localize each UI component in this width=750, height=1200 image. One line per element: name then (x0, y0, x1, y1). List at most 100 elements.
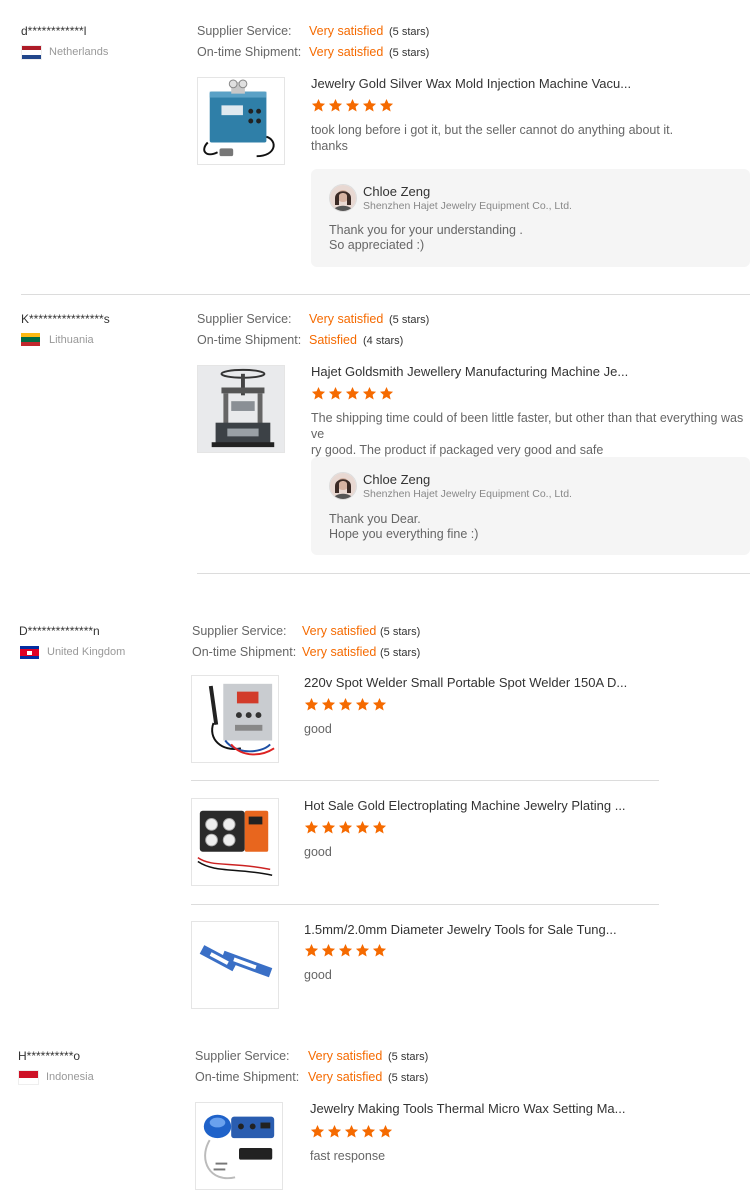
shipment-rating: Very satisfied (308, 1070, 383, 1084)
star-icon (362, 98, 377, 113)
reviewer-name: D**************n (19, 624, 100, 638)
star-icon (355, 697, 370, 712)
review-divider (197, 573, 750, 574)
wax-injector-image (203, 79, 275, 158)
product-rating-stars (311, 98, 394, 113)
product-title-link[interactable]: Jewelry Making Tools Thermal Micro Wax S… (310, 1101, 625, 1116)
reply-text-line: So appreciated :) (329, 238, 425, 252)
shipment-label: On-time Shipment: (197, 333, 302, 347)
star-icon (321, 943, 336, 958)
shipment-label: On-time Shipment: (197, 45, 302, 59)
reviewer-country: United Kingdom (47, 646, 126, 658)
review-comment: fast response (310, 1149, 386, 1163)
reply-author: Chloe Zeng (363, 184, 431, 199)
star-icon (338, 820, 353, 835)
star-icon (310, 1124, 325, 1139)
reply-text-line: Thank you Dear. (329, 512, 421, 526)
shipment-stars: (5 stars) (389, 47, 430, 59)
review-comment: good (304, 968, 332, 982)
star-icon (311, 98, 326, 113)
supplier-service-label: Supplier Service: (197, 312, 292, 326)
star-icon (372, 943, 387, 958)
supplier-service-rating: Very satisfied (308, 1049, 383, 1063)
star-icon (321, 820, 336, 835)
star-icon (328, 98, 343, 113)
reviewer-country: Netherlands (49, 46, 109, 58)
product-rating-stars (304, 943, 387, 958)
star-icon (362, 386, 377, 401)
product-title-link[interactable]: Hot Sale Gold Electroplating Machine Jew… (304, 798, 626, 813)
star-icon (304, 820, 319, 835)
product-rating-stars (310, 1124, 393, 1139)
avatar (329, 472, 357, 500)
product-thumbnail[interactable] (195, 1102, 283, 1190)
product-thumbnail[interactable] (197, 365, 285, 453)
supplier-service-rating: Very satisfied (309, 24, 384, 38)
flag-indonesia-icon (18, 1070, 39, 1085)
review-comment: The shipping time could of been little f… (311, 410, 747, 458)
product-thumbnail[interactable] (191, 921, 279, 1009)
star-icon (328, 386, 343, 401)
avatar (329, 184, 357, 212)
product-rating-stars (304, 820, 387, 835)
supplier-service-label: Supplier Service: (195, 1049, 290, 1063)
product-thumbnail[interactable] (191, 675, 279, 763)
reply-author: Chloe Zeng (363, 472, 431, 487)
seller-reply: Chloe Zeng Shenzhen Hajet Jewelry Equipm… (311, 457, 750, 555)
reply-text: Thank you for your understanding . So ap… (329, 223, 523, 253)
product-title-link[interactable]: 1.5mm/2.0mm Diameter Jewelry Tools for S… (304, 922, 617, 937)
electroplating-machine-image (197, 810, 273, 876)
shipment-rating: Very satisfied (309, 45, 384, 59)
star-icon (379, 386, 394, 401)
review-divider (21, 294, 750, 295)
star-icon (311, 386, 326, 401)
reviewer-name: H**********o (18, 1049, 81, 1063)
product-title-link[interactable]: Jewelry Gold Silver Wax Mold Injection M… (311, 76, 631, 91)
reviewer-country: Lithuania (49, 334, 94, 346)
supplier-service-label: Supplier Service: (197, 24, 292, 38)
supplier-service-label: Supplier Service: (192, 624, 287, 638)
shipment-stars: (5 stars) (380, 647, 421, 659)
shipment-rating: Very satisfied (302, 645, 377, 659)
product-thumbnail[interactable] (191, 798, 279, 886)
review-comment-line: The shipping time could of been little f… (311, 411, 744, 441)
review-comment-line: ry good. The product if packaged very go… (311, 443, 604, 457)
reviewer-name: d************l (21, 24, 87, 38)
supplier-service-stars: (5 stars) (389, 26, 430, 38)
star-icon (327, 1124, 342, 1139)
review-comment: good (304, 722, 332, 736)
reply-company: Shenzhen Hajet Jewelry Equipment Co., Lt… (363, 488, 572, 500)
product-thumbnail[interactable] (197, 77, 285, 165)
review-comment-line: thanks (311, 139, 348, 153)
star-icon (321, 697, 336, 712)
flag-cambodia-icon (20, 646, 39, 659)
review-comment-line: took long before i got it, but the selle… (311, 123, 674, 137)
star-icon (379, 98, 394, 113)
reply-text: Thank you Dear. Hope you everything fine… (329, 512, 478, 542)
shipment-rating: Satisfied (309, 333, 357, 347)
star-icon (378, 1124, 393, 1139)
reviewer-name: K****************s (21, 312, 110, 326)
seller-reply: Chloe Zeng Shenzhen Hajet Jewelry Equipm… (311, 169, 750, 267)
supplier-service-stars: (5 stars) (389, 314, 430, 326)
reply-company: Shenzhen Hajet Jewelry Equipment Co., Lt… (363, 200, 572, 212)
flag-netherlands-icon (21, 45, 42, 60)
shipment-stars: (4 stars) (363, 335, 404, 347)
review-comment: took long before i got it, but the selle… (311, 122, 741, 154)
product-title-link[interactable]: Hajet Goldsmith Jewellery Manufacturing … (311, 364, 628, 379)
star-icon (304, 697, 319, 712)
product-rating-stars (304, 697, 387, 712)
shipment-label: On-time Shipment: (192, 645, 297, 659)
supplier-service-rating: Very satisfied (302, 624, 377, 638)
product-title-link[interactable]: 220v Spot Welder Small Portable Spot Wel… (304, 675, 627, 690)
spot-welder-image (208, 683, 275, 756)
star-icon (345, 98, 360, 113)
star-icon (372, 820, 387, 835)
star-icon (338, 943, 353, 958)
star-icon (344, 1124, 359, 1139)
star-icon (338, 697, 353, 712)
product-rating-stars (311, 386, 394, 401)
wax-setting-tool-image (203, 1114, 275, 1180)
supplier-service-stars: (5 stars) (380, 626, 421, 638)
goldsmith-machine-image (198, 366, 284, 452)
